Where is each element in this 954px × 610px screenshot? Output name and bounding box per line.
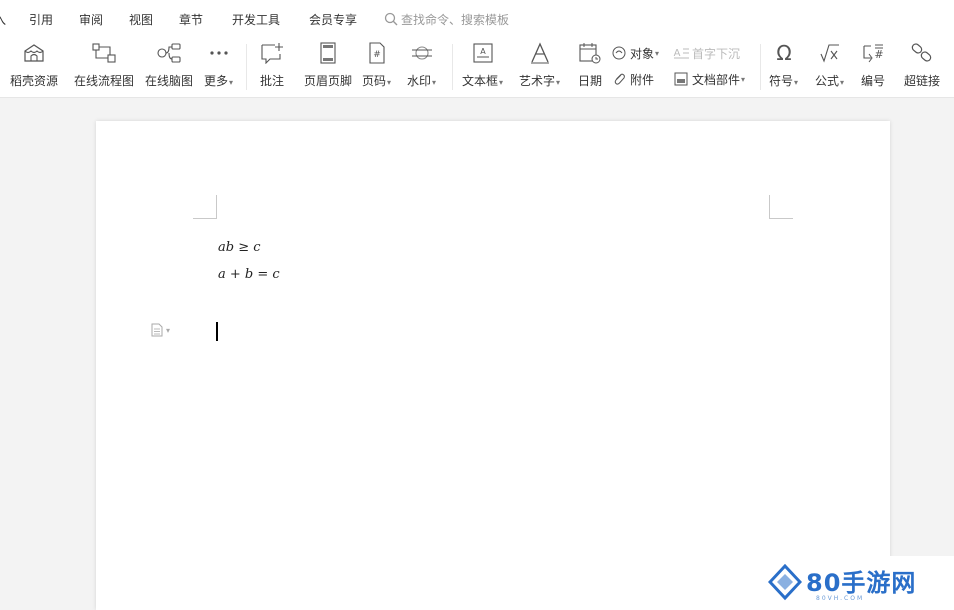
tab-references[interactable]: 引用: [29, 11, 53, 28]
symbol-button[interactable]: Ω 符号▾: [769, 40, 798, 94]
textbox-icon: A: [469, 40, 497, 66]
insert-ribbon: 稻壳资源 在线流程图 在线脑图 更多▾ 批注 页眉页脚 # 页码▾ 水印▾ A …: [0, 36, 954, 98]
watermark-button[interactable]: 水印▾: [407, 40, 436, 94]
header-footer-button[interactable]: 页眉页脚: [304, 40, 352, 94]
ribbon-separator: [760, 44, 761, 90]
formula-button[interactable]: 公式▾: [815, 40, 844, 94]
online-mindmap-button[interactable]: 在线脑图: [145, 40, 193, 94]
svg-text:A: A: [674, 48, 681, 59]
calendar-icon: [576, 40, 604, 66]
text-cursor: [216, 322, 218, 341]
textbox-button[interactable]: A 文本框▾: [462, 40, 503, 94]
document-icon: [151, 323, 163, 337]
online-flowchart-button[interactable]: 在线流程图: [74, 40, 134, 94]
svg-text:A: A: [480, 47, 486, 56]
wordart-icon: [526, 40, 554, 66]
docer-label: 稻壳资源: [10, 74, 59, 88]
object-label: 对象: [630, 46, 655, 61]
paragraph-layout-button[interactable]: ▾: [150, 323, 170, 337]
document-page[interactable]: ab ≥ c a + b = c ▾: [96, 121, 890, 610]
svg-text:#: #: [373, 50, 381, 60]
search-icon: [384, 12, 398, 26]
svg-text:#: #: [874, 48, 883, 61]
hyperlink-button[interactable]: 超链接: [904, 40, 940, 94]
comment-icon: [258, 40, 286, 66]
attachment-button[interactable]: 附件: [611, 70, 654, 88]
margin-corner-top-right: [769, 195, 793, 219]
watermark-sub: 80VH.COM: [816, 595, 865, 602]
equation-inequality[interactable]: ab ≥ c: [218, 240, 261, 255]
doc-parts-button[interactable]: 文档部件 ▾: [673, 70, 745, 88]
object-icon: [611, 45, 627, 61]
search-placeholder: 查找命令、搜索模板: [401, 12, 510, 27]
header-footer-icon: [314, 40, 342, 66]
watermark-icon: [408, 40, 436, 66]
numbering-label: 编号: [860, 74, 885, 88]
textbox-label: 文本框▾: [462, 74, 504, 88]
dropcap-label: 首字下沉: [692, 46, 741, 61]
equation-sum[interactable]: a + b = c: [218, 267, 280, 282]
more-button[interactable]: 更多▾: [204, 40, 233, 94]
page-number-icon: #: [363, 40, 391, 66]
docer-icon: [20, 40, 48, 66]
symbol-label: 符号▾: [769, 74, 799, 88]
dropcap-button[interactable]: A 首字下沉: [673, 44, 740, 62]
menu-bar: 入 引用 审阅 视图 章节 开发工具 会员专享 查找命令、搜索模板: [0, 0, 954, 36]
more-dots-icon: [205, 40, 233, 66]
tab-review[interactable]: 审阅: [79, 11, 103, 28]
comment-label: 批注: [259, 74, 284, 88]
svg-text:Ω: Ω: [776, 42, 791, 64]
wordart-label: 艺术字▾: [519, 74, 561, 88]
date-label: 日期: [577, 74, 602, 88]
numbering-button[interactable]: # 编号: [859, 40, 887, 94]
site-watermark: 80手游网 80VH.COM: [756, 556, 954, 610]
tab-developer-tools[interactable]: 开发工具: [232, 11, 280, 28]
ribbon-separator: [452, 44, 453, 90]
watermark-brand: 80手游网: [806, 569, 917, 597]
command-search[interactable]: 查找命令、搜索模板: [384, 10, 509, 28]
wordart-button[interactable]: 艺术字▾: [519, 40, 560, 94]
more-label: 更多▾: [204, 74, 234, 88]
formula-label: 公式▾: [815, 74, 845, 88]
attachment-label: 附件: [630, 72, 655, 87]
comment-button[interactable]: 批注: [258, 40, 286, 94]
watermark-label: 水印▾: [407, 74, 437, 88]
page-number-button[interactable]: # 页码▾: [362, 40, 391, 94]
date-button[interactable]: 日期: [576, 40, 604, 94]
link-icon: [908, 40, 936, 66]
header-footer-label: 页眉页脚: [304, 74, 353, 88]
tab-member[interactable]: 会员专享: [309, 11, 357, 28]
numbering-icon: #: [859, 40, 887, 66]
docer-resources-button[interactable]: 稻壳资源: [10, 40, 58, 94]
brand-logo-icon: [768, 564, 802, 601]
flowchart-label: 在线流程图: [74, 74, 135, 88]
flowchart-icon: [90, 40, 118, 66]
mindmap-label: 在线脑图: [145, 74, 194, 88]
hyperlink-label: 超链接: [904, 74, 941, 88]
tab-insert[interactable]: 入: [0, 11, 6, 28]
object-button[interactable]: 对象 ▾: [611, 44, 659, 62]
chevron-down-icon: ▾: [166, 325, 171, 335]
tab-chapter[interactable]: 章节: [179, 11, 203, 28]
mindmap-icon: [155, 40, 183, 66]
paperclip-icon: [611, 71, 627, 87]
wps-writer-window: 入 引用 审阅 视图 章节 开发工具 会员专享 查找命令、搜索模板 稻壳资源 在…: [0, 0, 954, 610]
doc-parts-label: 文档部件: [692, 72, 741, 87]
omega-icon: Ω: [770, 40, 798, 66]
doc-parts-icon: [673, 71, 689, 87]
dropcap-icon: A: [673, 45, 689, 61]
page-number-label: 页码▾: [362, 74, 392, 88]
margin-corner-top-left: [193, 195, 217, 219]
formula-icon: [816, 40, 844, 66]
tab-view[interactable]: 视图: [129, 11, 153, 28]
ribbon-separator: [246, 44, 247, 90]
